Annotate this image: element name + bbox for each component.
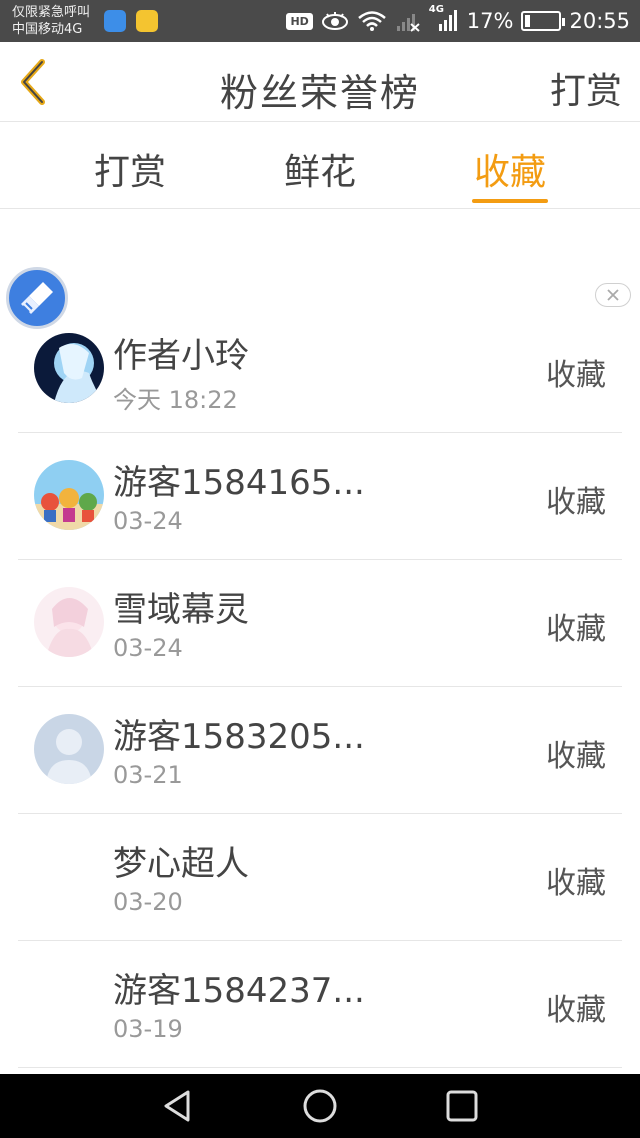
- tab-favorites[interactable]: 收藏: [450, 143, 570, 195]
- mobile-signal: 4G: [429, 4, 459, 32]
- avatar: [34, 333, 104, 403]
- status-indicators: HD 4G 17% 20:55: [286, 0, 630, 42]
- triangle-back-icon: [164, 1090, 190, 1122]
- fan-name: 游客1584165...: [113, 463, 365, 503]
- tab-flowers[interactable]: 鲜花: [260, 143, 380, 195]
- fan-list: 作者小玲 今天 18:22 收藏 游客1584165... 03-24 收藏 雪…: [0, 306, 640, 1068]
- active-tab-indicator: [472, 199, 548, 203]
- fan-date: 03-19: [113, 1015, 183, 1043]
- status-bar: 仅限紧急呼叫 中国移动4G HD 4G 17% 20:55: [0, 0, 640, 42]
- avatar: [34, 460, 104, 530]
- fan-date: 03-24: [113, 507, 183, 535]
- nav-recents-button[interactable]: [442, 1086, 482, 1126]
- fan-name: 游客1583205...: [113, 717, 365, 757]
- list-item[interactable]: 作者小玲 今天 18:22 收藏: [18, 306, 622, 433]
- fan-name: 作者小玲: [113, 336, 249, 376]
- wifi-icon: [357, 11, 386, 31]
- fan-date: 今天 18:22: [113, 386, 238, 414]
- page-title: 粉丝荣誉榜: [219, 71, 420, 115]
- close-icon: [607, 289, 619, 301]
- row-action-label: 收藏: [546, 739, 606, 774]
- app-header: 粉丝荣誉榜 打赏: [0, 42, 640, 122]
- square-recents-icon: [446, 1090, 478, 1122]
- list-item[interactable]: 游客1583205... 03-21 收藏: [18, 687, 622, 814]
- default-avatar: [34, 714, 104, 784]
- tab-bar: 打赏 鲜花 收藏: [0, 123, 640, 209]
- circle-home-icon: [303, 1089, 337, 1123]
- carrier-info: 仅限紧急呼叫 中国移动4G: [12, 4, 90, 38]
- nav-home-button[interactable]: [300, 1086, 340, 1126]
- emergency-only-text: 仅限紧急呼叫: [12, 5, 91, 20]
- list-item[interactable]: 游客1584165... 03-24 收藏: [18, 433, 622, 560]
- row-action-label: 收藏: [546, 866, 606, 901]
- row-action-label: 收藏: [546, 612, 606, 647]
- nav-back-button[interactable]: [158, 1086, 198, 1126]
- location-app-icon: [104, 10, 126, 32]
- battery-fill: [525, 15, 531, 27]
- row-action-label: 收藏: [546, 485, 606, 520]
- avatar: [34, 587, 104, 657]
- fan-date: 03-21: [113, 761, 183, 789]
- list-item[interactable]: 游客1584237... 03-19 收藏: [18, 941, 622, 1068]
- chat-app-icon: [136, 10, 158, 32]
- clock: 20:55: [569, 9, 630, 33]
- signal-bars-icon: [438, 10, 457, 31]
- row-action-label: 收藏: [546, 358, 606, 393]
- list-item[interactable]: 雪域幕灵 03-24 收藏: [18, 560, 622, 687]
- tab-reward[interactable]: 打赏: [70, 143, 190, 195]
- fan-date: 03-20: [113, 888, 183, 916]
- fan-date: 03-24: [113, 634, 183, 662]
- eye-comfort-icon: [321, 12, 348, 30]
- no-signal-icon: [396, 14, 420, 32]
- battery-icon: [521, 11, 566, 31]
- hd-badge: HD: [286, 12, 313, 30]
- fan-name: 雪域幕灵: [113, 590, 249, 630]
- system-nav-bar: [0, 1074, 640, 1138]
- carrier-text: 中国移动4G: [12, 22, 83, 37]
- close-ad-button[interactable]: [595, 283, 631, 307]
- battery-percent: 17%: [466, 9, 514, 33]
- fan-name: 游客1584237...: [113, 971, 365, 1011]
- list-item[interactable]: 梦心超人 03-20 收藏: [18, 814, 622, 941]
- reward-button[interactable]: 打赏: [550, 62, 622, 114]
- fan-name: 梦心超人: [113, 844, 249, 884]
- row-action-label: 收藏: [546, 993, 606, 1028]
